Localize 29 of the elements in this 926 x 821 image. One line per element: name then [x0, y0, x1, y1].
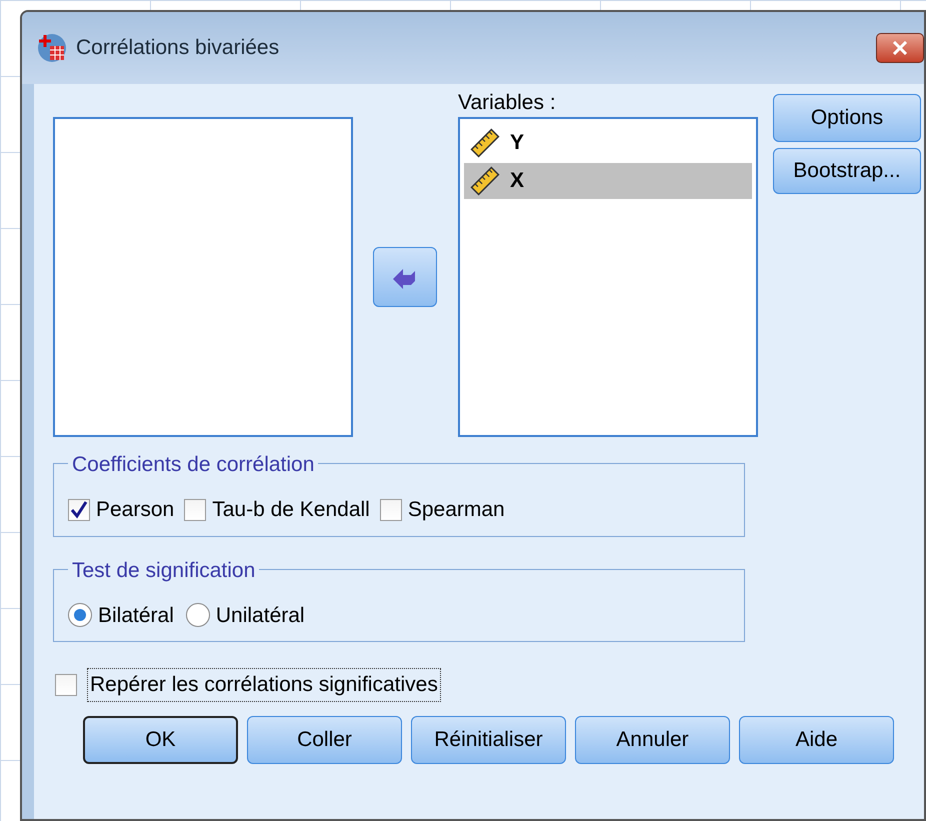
variables-list[interactable]: Y X	[458, 117, 758, 437]
checkbox[interactable]	[380, 498, 402, 521]
checkbox-label: Tau-b de Kendall	[212, 497, 370, 523]
move-button[interactable]	[373, 247, 437, 307]
close-button[interactable]	[876, 33, 924, 63]
checkbox-label: Spearman	[408, 497, 505, 523]
variables-label: Variables :	[458, 94, 557, 116]
bootstrap-button[interactable]: Bootstrap...	[773, 148, 921, 194]
radio-label: Unilatéral	[216, 602, 305, 628]
variable-item[interactable]: X	[464, 163, 752, 199]
source-variable-list[interactable]	[53, 117, 353, 437]
window-title: Corrélations bivariées	[76, 35, 280, 62]
radio-button[interactable]	[68, 603, 92, 628]
dialog-button[interactable]: Coller	[247, 716, 402, 764]
dialog-button[interactable]: Réinitialiser	[411, 716, 566, 764]
checkbox[interactable]	[68, 498, 90, 521]
checkbox[interactable]	[184, 498, 206, 521]
options-button[interactable]: Options	[773, 94, 921, 142]
dialog-button[interactable]: OK	[83, 716, 238, 764]
app-icon	[36, 32, 68, 64]
checkbox[interactable]	[55, 674, 77, 696]
radio-button[interactable]	[186, 603, 210, 628]
checkbox-label: Pearson	[96, 497, 174, 523]
close-icon	[892, 41, 908, 55]
dialog-button[interactable]: Annuler	[575, 716, 730, 764]
checkbox-label: Repérer les corrélations significatives	[87, 668, 441, 702]
variable-item[interactable]: Y	[464, 125, 752, 161]
dialog-button[interactable]: Aide	[739, 716, 894, 764]
radio-label: Bilatéral	[98, 602, 174, 628]
